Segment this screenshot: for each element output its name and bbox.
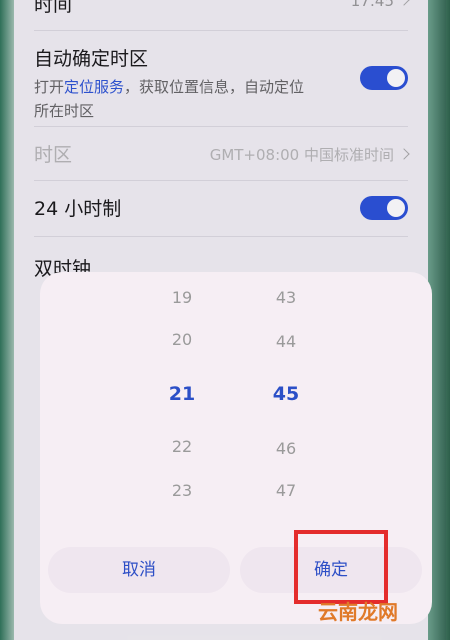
hour-option[interactable]: 23 — [152, 481, 212, 500]
selected-minute[interactable]: 45 — [256, 383, 316, 405]
device-edge-left — [0, 0, 14, 640]
hour-option[interactable]: 22 — [152, 437, 212, 456]
annotation-highlight-box — [294, 530, 388, 604]
hour-option[interactable]: 19 — [152, 288, 212, 307]
cancel-button[interactable]: 取消 — [48, 547, 230, 593]
hour-option[interactable]: 20 — [152, 330, 212, 349]
selected-hour[interactable]: 21 — [152, 383, 212, 405]
minute-option[interactable]: 46 — [256, 439, 316, 458]
watermark: 云南龙网 — [318, 600, 398, 624]
minute-option[interactable]: 43 — [256, 288, 316, 307]
date-time-settings: 时间 17:45 自动确定时区 打开定位服务，获取位置信息，自动定位 所在时区 … — [14, 0, 446, 640]
minute-option[interactable]: 44 — [256, 332, 316, 351]
minute-option[interactable]: 47 — [256, 481, 316, 500]
